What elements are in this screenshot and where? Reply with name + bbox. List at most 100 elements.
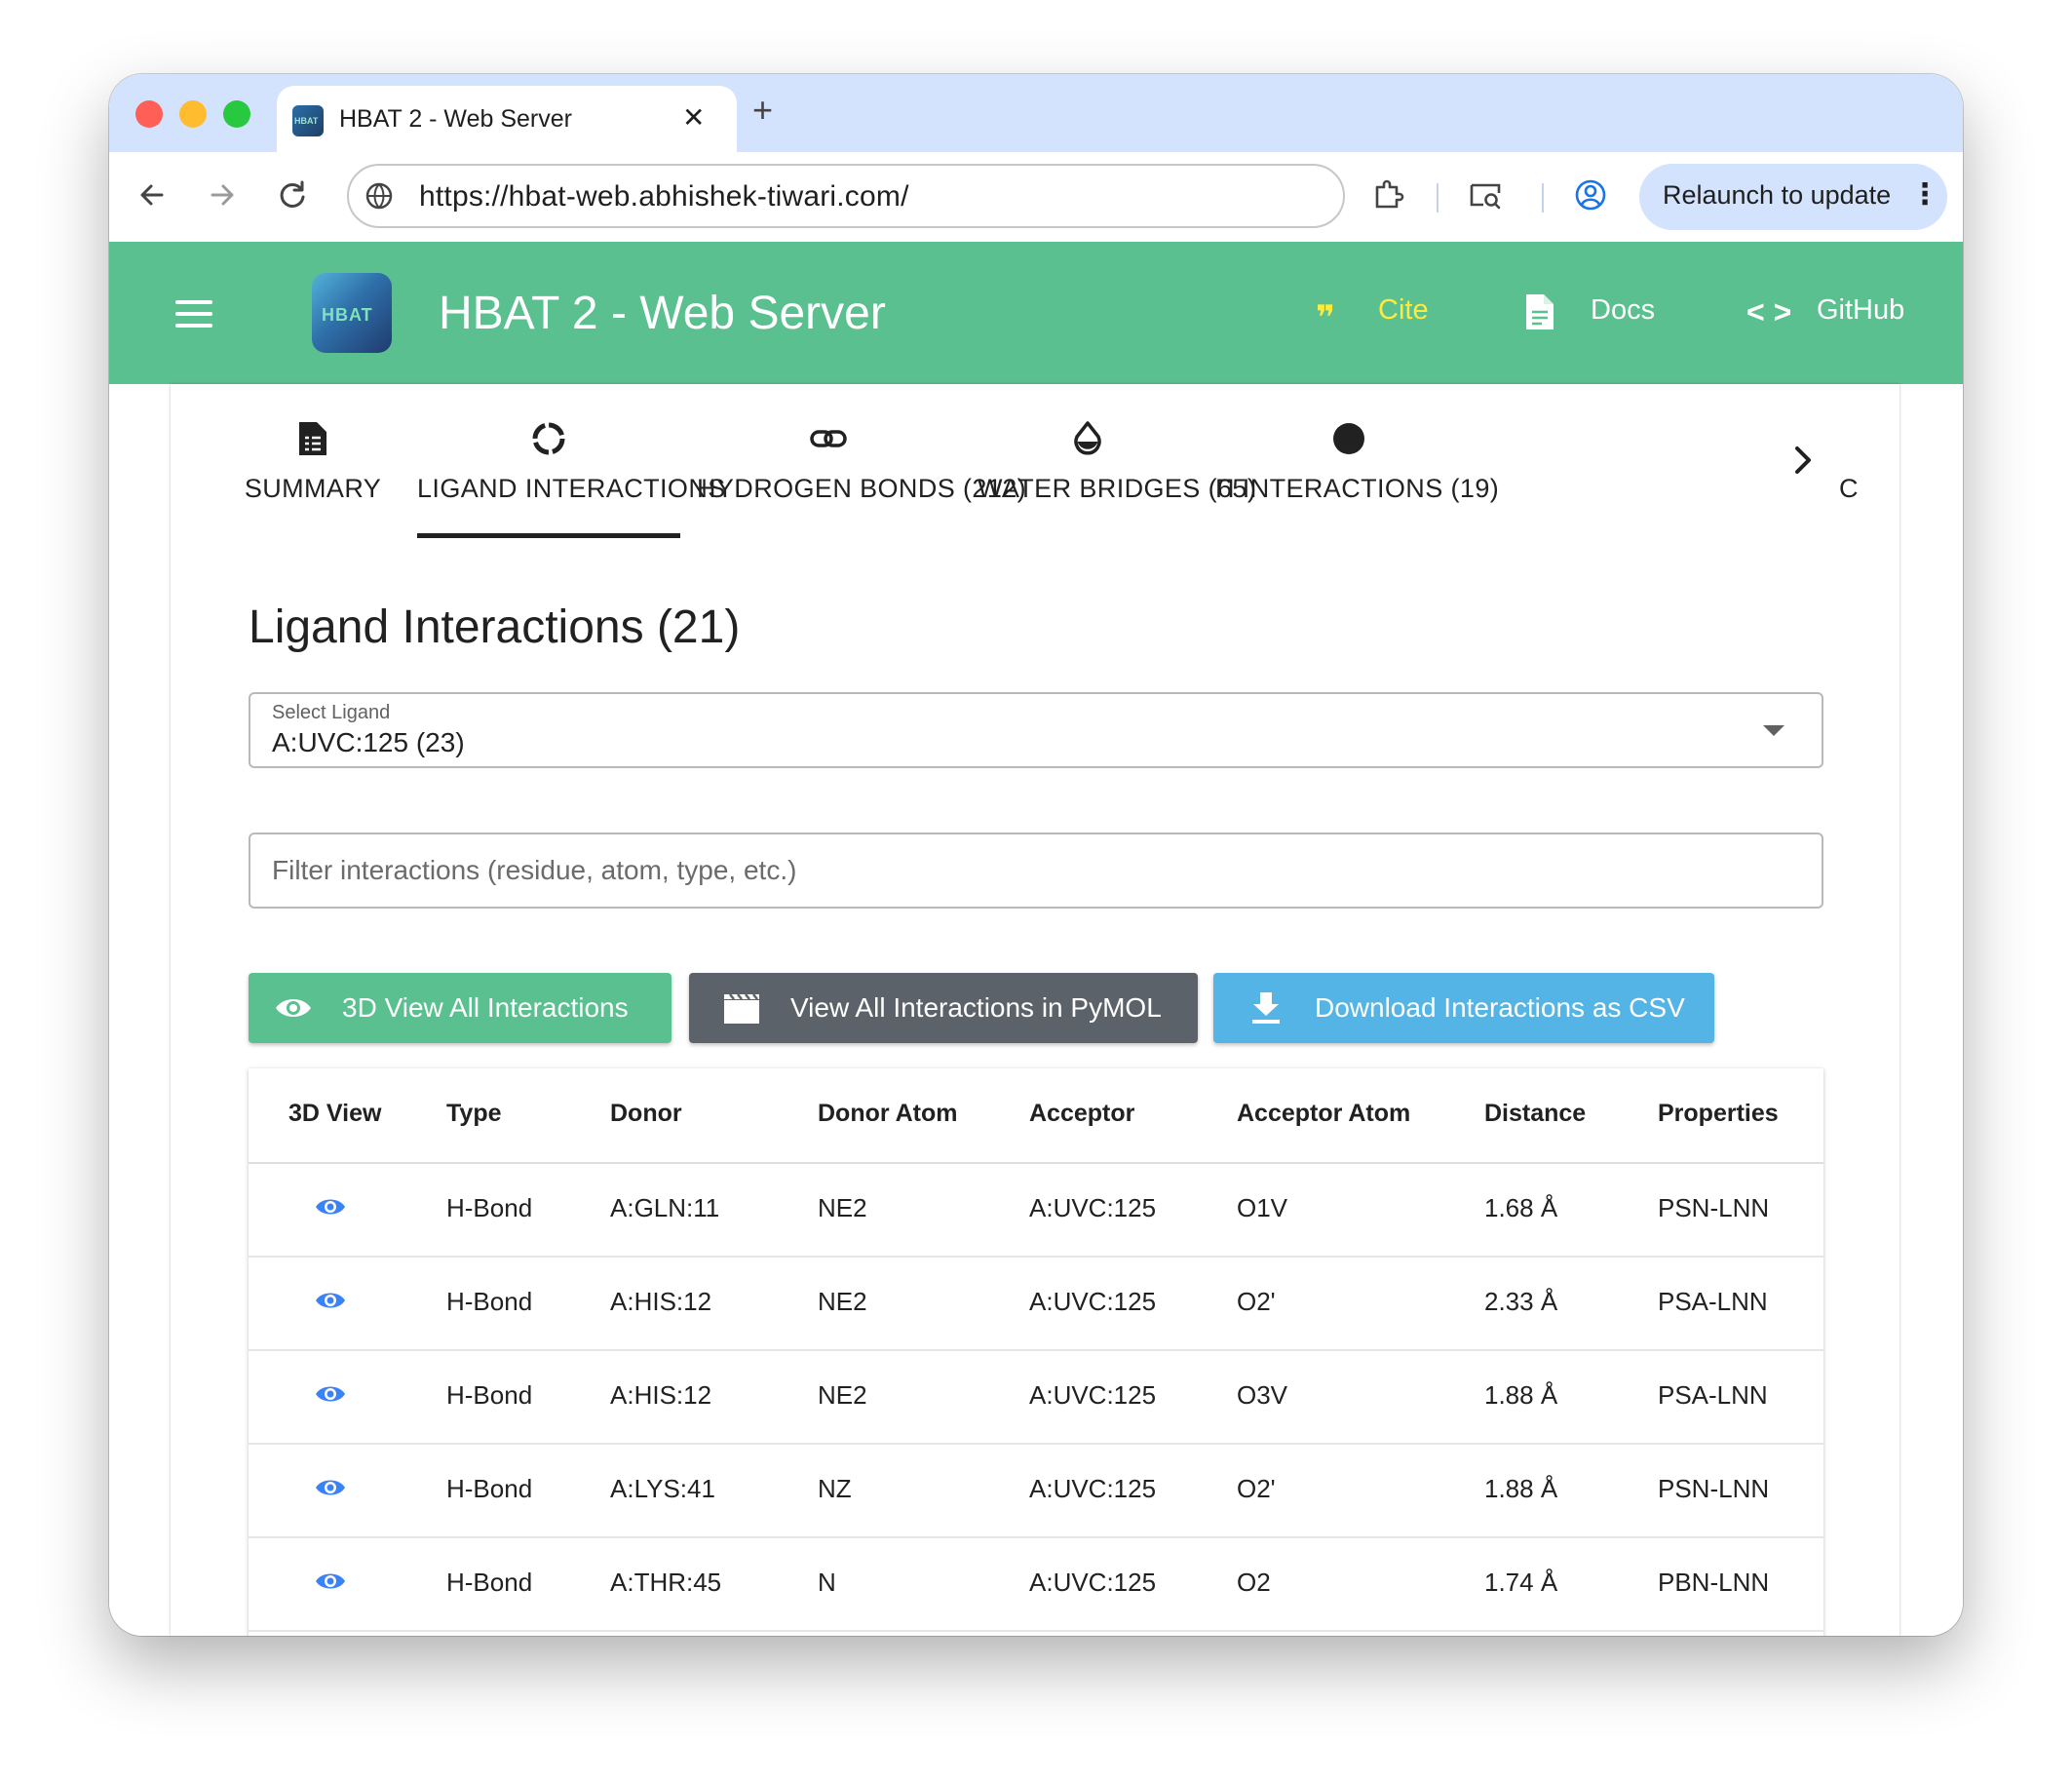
browser-window: HBAT HBAT 2 - Web Server ✕ + https://hba… bbox=[109, 74, 1963, 1636]
cell-donor: A:HIS:12 bbox=[610, 1287, 712, 1316]
chevron-down-icon bbox=[1763, 725, 1784, 736]
cell-distance: 1.74 Å bbox=[1484, 1568, 1558, 1597]
site-info-icon[interactable] bbox=[365, 181, 394, 211]
cell-acceptor: A:UVC:125 bbox=[1029, 1568, 1157, 1597]
cell-acceptor-atom: O2' bbox=[1237, 1474, 1276, 1503]
more-menu-icon[interactable]: ⋮ bbox=[1910, 177, 1939, 212]
browser-tab[interactable]: HBAT HBAT 2 - Web Server ✕ bbox=[277, 86, 737, 152]
document-icon bbox=[1526, 294, 1554, 329]
eye-icon[interactable] bbox=[315, 1569, 346, 1593]
ligand-select[interactable]: Select Ligand A:UVC:125 (23) bbox=[249, 692, 1823, 768]
browser-tab-title: HBAT 2 - Web Server bbox=[339, 105, 572, 133]
results-tabs: SUMMARY LIGAND INTERACTIONS HYDROGEN BON… bbox=[171, 384, 1899, 538]
app-header: HBAT HBAT 2 - Web Server ❞ Cite Docs < >… bbox=[109, 242, 1963, 384]
docs-link[interactable]: Docs bbox=[1591, 294, 1655, 327]
tab-hydrogen-bonds[interactable]: HYDROGEN BONDS (212) bbox=[697, 384, 1026, 538]
table-row: H-Bond A:HIS:12 NE2 A:UVC:125 O2' 2.33 Å… bbox=[249, 1256, 1823, 1351]
address-bar[interactable]: https://hbat-web.abhishek-tiwari.com/ bbox=[347, 164, 1345, 228]
quote-icon: ❞ bbox=[1316, 299, 1335, 336]
back-arrow-icon[interactable] bbox=[133, 175, 172, 214]
table-row: H-Bond A:HIS:12 NE2 A:UVC:125 O3V 1.88 Å… bbox=[249, 1349, 1823, 1445]
maximize-window-button[interactable] bbox=[223, 100, 250, 128]
code-icon: < > bbox=[1746, 294, 1792, 329]
reading-mode-search-icon[interactable] bbox=[1466, 175, 1505, 214]
tabs-scroll-right-icon[interactable] bbox=[1784, 441, 1823, 480]
tab-pi-interactions[interactable]: Π INTERACTIONS (19) bbox=[1215, 384, 1499, 538]
app-title: HBAT 2 - Web Server bbox=[439, 288, 886, 339]
download-icon bbox=[1252, 992, 1280, 1024]
cell-type: H-Bond bbox=[446, 1474, 533, 1503]
eye-icon[interactable] bbox=[315, 1289, 346, 1312]
cell-donor: A:THR:45 bbox=[610, 1568, 722, 1597]
cell-acceptor: A:UVC:125 bbox=[1029, 1287, 1157, 1316]
eye-icon[interactable] bbox=[315, 1382, 346, 1406]
col-header-acceptor-atom[interactable]: Acceptor Atom bbox=[1237, 1100, 1410, 1128]
cell-donor: A:GLN:11 bbox=[610, 1193, 720, 1222]
cell-acceptor: A:UVC:125 bbox=[1029, 1193, 1157, 1222]
cell-acceptor-atom: O1V bbox=[1237, 1193, 1288, 1222]
select-value: A:UVC:125 (23) bbox=[272, 727, 465, 757]
cell-properties: PSN-LNN bbox=[1658, 1474, 1770, 1503]
download-csv-button[interactable]: Download Interactions as CSV bbox=[1213, 973, 1714, 1043]
col-header-donor-atom[interactable]: Donor Atom bbox=[818, 1100, 958, 1128]
hamburger-menu-icon[interactable] bbox=[175, 300, 212, 328]
col-header-type[interactable]: Type bbox=[446, 1100, 502, 1128]
col-header-donor[interactable]: Donor bbox=[610, 1100, 682, 1128]
hbat-logo[interactable]: HBAT bbox=[312, 273, 392, 353]
cell-distance: 2.33 Å bbox=[1484, 1287, 1558, 1316]
url-text: https://hbat-web.abhishek-tiwari.com/ bbox=[419, 180, 909, 213]
cell-acceptor-atom: O2 bbox=[1237, 1568, 1271, 1597]
col-header-properties[interactable]: Properties bbox=[1658, 1100, 1779, 1128]
github-link[interactable]: GitHub bbox=[1817, 294, 1904, 327]
cell-donor-atom: NE2 bbox=[818, 1193, 867, 1222]
col-header-acceptor[interactable]: Acceptor bbox=[1029, 1100, 1134, 1128]
table-row: H-Bond A:GLN:11 NE2 A:UVC:125 O1V 1.68 Å… bbox=[249, 1162, 1823, 1258]
profile-icon[interactable] bbox=[1571, 175, 1610, 214]
cell-properties: PSA-LNN bbox=[1658, 1287, 1768, 1316]
interactions-table: 3D View Type Donor Donor Atom Acceptor A… bbox=[249, 1068, 1823, 1636]
tab-summary[interactable]: SUMMARY bbox=[217, 384, 408, 538]
cell-donor-atom: NZ bbox=[818, 1474, 852, 1503]
cell-donor-atom: NE2 bbox=[818, 1287, 867, 1316]
cell-type: H-Bond bbox=[446, 1287, 533, 1316]
select-label: Select Ligand bbox=[272, 702, 391, 723]
filter-input[interactable] bbox=[249, 833, 1823, 909]
tab-partial-label: C bbox=[1839, 474, 1859, 503]
close-tab-icon[interactable]: ✕ bbox=[682, 101, 705, 134]
favicon-icon: HBAT bbox=[292, 105, 324, 136]
cell-type: H-Bond bbox=[446, 1568, 533, 1597]
table-row: H-Bond A:LYS:41 NZ A:UVC:125 O2' 1.88 Å … bbox=[249, 1443, 1823, 1538]
cell-acceptor-atom: O2' bbox=[1237, 1287, 1276, 1316]
cell-acceptor: A:UVC:125 bbox=[1029, 1474, 1157, 1503]
reload-icon[interactable] bbox=[273, 175, 312, 214]
extensions-icon[interactable] bbox=[1368, 175, 1407, 214]
browser-tab-strip: HBAT HBAT 2 - Web Server ✕ + bbox=[109, 74, 1963, 152]
results-panel: SUMMARY LIGAND INTERACTIONS HYDROGEN BON… bbox=[171, 384, 1899, 1636]
minimize-window-button[interactable] bbox=[179, 100, 207, 128]
eye-icon[interactable] bbox=[315, 1195, 346, 1219]
eye-icon[interactable] bbox=[315, 1476, 346, 1499]
tab-ligand-interactions[interactable]: LIGAND INTERACTIONS bbox=[417, 384, 725, 538]
col-header-3d-view[interactable]: 3D View bbox=[288, 1100, 381, 1128]
close-window-button[interactable] bbox=[135, 100, 163, 128]
table-row: H-Bond A:THR:45 N A:UVC:125 O2 1.74 Å PB… bbox=[249, 1536, 1823, 1632]
cell-donor: A:LYS:41 bbox=[610, 1474, 715, 1503]
filled-circle-icon bbox=[1333, 423, 1364, 454]
relaunch-button[interactable]: Relaunch to update ⋮ bbox=[1639, 164, 1947, 230]
cite-link[interactable]: Cite bbox=[1378, 294, 1429, 327]
new-tab-icon[interactable]: + bbox=[752, 90, 773, 131]
ring-icon bbox=[532, 422, 565, 455]
col-header-distance[interactable]: Distance bbox=[1484, 1100, 1586, 1128]
view-3d-all-button[interactable]: 3D View All Interactions bbox=[249, 973, 671, 1043]
cell-properties: PSA-LNN bbox=[1658, 1380, 1768, 1410]
cell-type: H-Bond bbox=[446, 1380, 533, 1410]
view-pymol-button[interactable]: View All Interactions in PyMOL bbox=[689, 973, 1198, 1043]
cell-donor-atom: N bbox=[818, 1568, 836, 1597]
cell-donor: A:HIS:12 bbox=[610, 1380, 712, 1410]
tab-water-bridges[interactable]: WATER BRIDGES (65) bbox=[978, 384, 1256, 538]
cell-donor-atom: NE2 bbox=[818, 1380, 867, 1410]
cell-distance: 1.88 Å bbox=[1484, 1380, 1558, 1410]
cell-properties: PSN-LNN bbox=[1658, 1193, 1770, 1222]
cell-properties: PBN-LNN bbox=[1658, 1568, 1770, 1597]
forward-arrow-icon[interactable] bbox=[203, 175, 242, 214]
